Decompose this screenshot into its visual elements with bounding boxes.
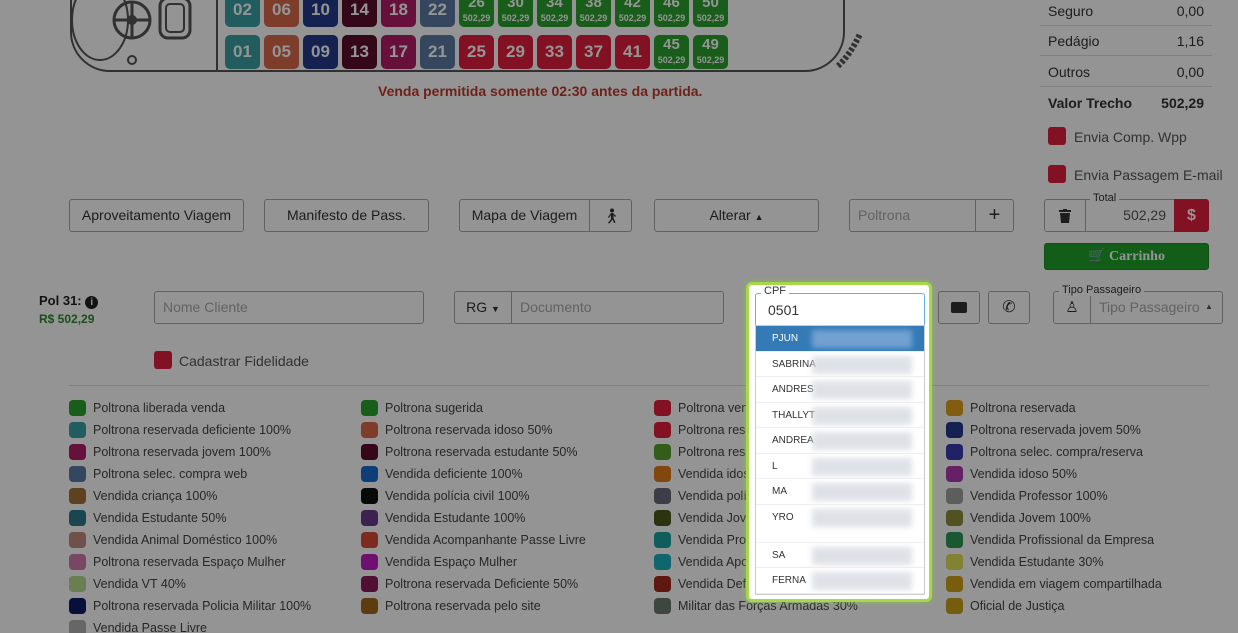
suggestion-name: SABRINA bbox=[772, 358, 816, 370]
cpf-suggestion-item[interactable]: ANDRES bbox=[756, 377, 924, 403]
cpf-suggestion-item[interactable]: ANDREA bbox=[756, 428, 924, 454]
cpf-autocomplete-box: 0501 CPF PJUN SABRINA ANDRES THALLYT ANDREA L… bbox=[746, 282, 932, 602]
cpf-suggestion-item[interactable]: SABRINA bbox=[756, 352, 924, 377]
cpf-suggestion-item[interactable]: PJUN bbox=[756, 326, 924, 352]
cpf-suggestion-item[interactable]: YRO bbox=[756, 505, 924, 543]
redacted-text bbox=[812, 330, 912, 348]
suggestion-name: FERNA bbox=[772, 575, 806, 586]
suggestion-name: YRO bbox=[772, 511, 794, 523]
redacted-text bbox=[812, 483, 912, 501]
redacted-text bbox=[812, 508, 912, 527]
cpf-suggestion-item[interactable]: FERNA bbox=[756, 568, 924, 594]
cpf-suggestion-item[interactable]: THALLYT bbox=[756, 403, 924, 428]
redacted-text bbox=[812, 572, 912, 590]
cpf-suggestion-item[interactable]: L bbox=[756, 454, 924, 479]
suggestion-name: MA bbox=[772, 486, 787, 497]
redacted-text bbox=[812, 355, 912, 374]
modal-overlay bbox=[0, 0, 1238, 633]
suggestion-name: PJUN bbox=[772, 333, 799, 344]
cpf-suggestion-item[interactable]: SA bbox=[756, 543, 924, 568]
suggestion-name: THALLYT bbox=[772, 409, 816, 421]
cpf-suggestion-item[interactable]: MA bbox=[756, 479, 924, 505]
redacted-text bbox=[812, 381, 912, 399]
cpf-label: CPF bbox=[761, 285, 789, 297]
cpf-input[interactable]: 0501 bbox=[755, 293, 925, 327]
redacted-text bbox=[812, 406, 912, 425]
suggestion-name: ANDRES bbox=[772, 384, 814, 395]
suggestion-name: SA bbox=[772, 549, 786, 561]
suggestion-name: L bbox=[772, 460, 778, 472]
redacted-text bbox=[812, 457, 912, 476]
redacted-text bbox=[812, 546, 912, 565]
cpf-suggestion-list: PJUN SABRINA ANDRES THALLYT ANDREA L MA YRO SA FE… bbox=[755, 325, 925, 595]
redacted-text bbox=[812, 432, 912, 450]
suggestion-name: ANDREA bbox=[772, 435, 814, 446]
